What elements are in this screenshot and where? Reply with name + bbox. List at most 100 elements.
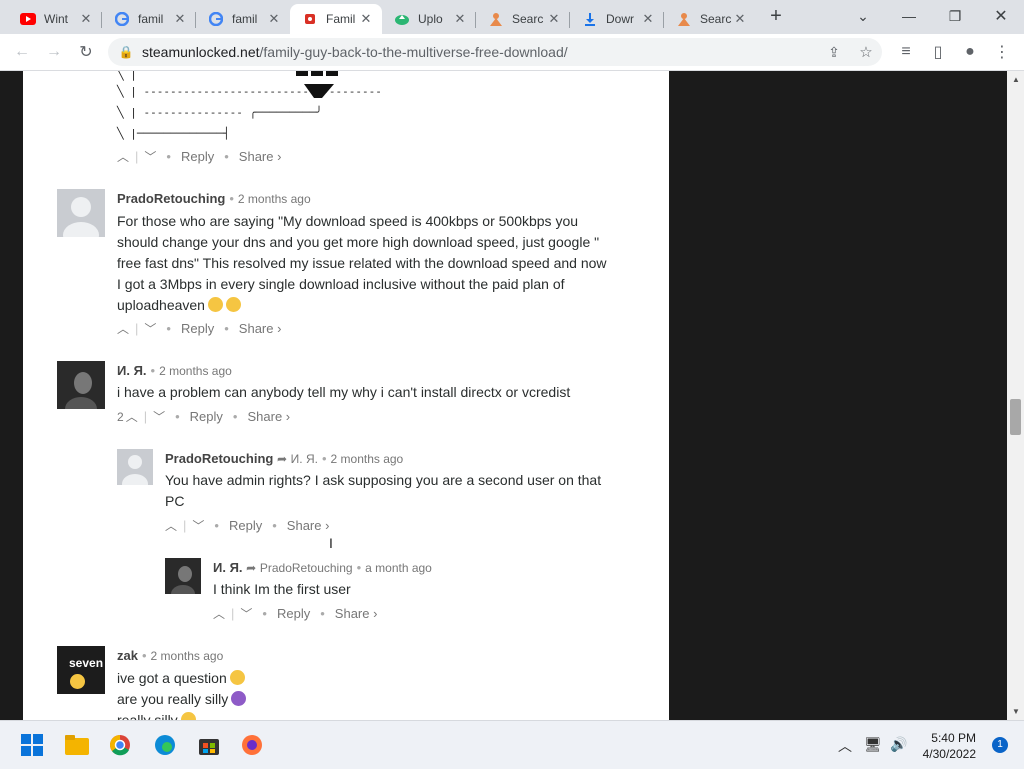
- file-explorer-icon[interactable]: [65, 733, 89, 757]
- tab-search-1[interactable]: Searc ✕: [476, 4, 570, 34]
- restore-icon[interactable]: ❐: [932, 0, 978, 32]
- lock-icon[interactable]: 🔒: [116, 42, 136, 62]
- close-tab-icon[interactable]: ✕: [358, 11, 374, 27]
- comment-line: uploadheaven: [117, 297, 205, 313]
- url-domain: steamunlocked.net: [142, 44, 260, 60]
- upvote-icon[interactable]: ︿: [117, 148, 129, 165]
- scroll-down-icon[interactable]: ▼: [1012, 707, 1020, 716]
- comment-actions: ︿ | ﹀ • Reply • Share ›: [117, 320, 282, 337]
- close-window-icon[interactable]: ✕: [978, 0, 1024, 32]
- close-tab-icon[interactable]: ✕: [266, 11, 282, 27]
- scrollbar-thumb[interactable]: [1010, 399, 1021, 435]
- microsoft-store-icon[interactable]: [197, 733, 221, 757]
- comment-line: PC: [165, 493, 185, 509]
- chrome-icon[interactable]: [108, 733, 132, 757]
- person-icon: [676, 11, 692, 27]
- minimize-icon[interactable]: —: [886, 0, 932, 32]
- media-control-icon[interactable]: ≡: [896, 42, 916, 62]
- tab-google-2[interactable]: famil ✕: [196, 4, 290, 34]
- person-icon: [488, 11, 504, 27]
- comment-line: free fast dns" This resolved my issue re…: [117, 255, 607, 271]
- upvote-icon[interactable]: ︿: [126, 408, 138, 425]
- menu-kebab-icon[interactable]: ⋮: [992, 42, 1012, 62]
- upvote-icon[interactable]: ︿: [213, 605, 225, 622]
- upvote-icon[interactable]: ︿: [165, 517, 177, 534]
- downvote-icon[interactable]: ﹀: [144, 148, 156, 165]
- volume-icon[interactable]: 🔊: [890, 736, 907, 753]
- downvote-icon[interactable]: ﹀: [192, 517, 204, 534]
- devil-emoji-icon: [231, 691, 247, 706]
- show-hidden-icons-chevron-icon[interactable]: ︿: [838, 736, 852, 756]
- reply-to-user[interactable]: И. Я.: [291, 452, 318, 466]
- page-scrollbar[interactable]: ▲ ▼: [1007, 71, 1024, 720]
- upvote-icon[interactable]: ︿: [117, 320, 129, 337]
- downvote-icon[interactable]: ﹀: [153, 408, 165, 425]
- profile-avatar-icon[interactable]: ●: [960, 42, 980, 62]
- comment-time[interactable]: a month ago: [365, 561, 432, 575]
- notification-badge[interactable]: 1: [992, 737, 1008, 753]
- close-tab-icon[interactable]: ✕: [640, 11, 656, 27]
- close-tab-icon[interactable]: ✕: [732, 11, 748, 27]
- close-tab-icon[interactable]: ✕: [78, 11, 94, 27]
- back-arrow-icon[interactable]: ←: [12, 42, 32, 62]
- address-bar[interactable]: 🔒 steamunlocked.net/family-guy-back-to-t…: [108, 38, 882, 66]
- firefox-icon[interactable]: [240, 733, 264, 757]
- sunglasses-emoji-icon: [225, 297, 241, 312]
- system-clock[interactable]: 5:40 PM 4/30/2022: [923, 730, 976, 762]
- reply-button[interactable]: Reply: [181, 321, 214, 336]
- comment-body: I think Im the first user: [213, 581, 351, 597]
- page-content: ╲ | ╲ | --------------------------------…: [0, 71, 1024, 720]
- comment-author[interactable]: PradoRetouching: [117, 191, 225, 206]
- close-tab-icon[interactable]: ✕: [172, 11, 188, 27]
- avatar[interactable]: seven: [57, 646, 105, 694]
- ascii-art-line: ╲ | ------------------------------------: [117, 85, 382, 98]
- edge-icon[interactable]: [153, 733, 177, 757]
- windows-start-icon[interactable]: [20, 733, 44, 757]
- share-button[interactable]: Share ›: [239, 321, 282, 336]
- avatar[interactable]: [165, 558, 201, 594]
- close-tab-icon[interactable]: ✕: [452, 11, 468, 27]
- share-icon[interactable]: ⇪: [824, 42, 844, 62]
- avatar[interactable]: [57, 361, 105, 409]
- share-button[interactable]: Share ›: [239, 149, 282, 164]
- comment-author[interactable]: zak: [117, 648, 138, 663]
- reply-button[interactable]: Reply: [277, 606, 310, 621]
- reload-icon[interactable]: ↻: [76, 42, 96, 62]
- comment-time[interactable]: 2 months ago: [159, 364, 232, 378]
- comment-actions: ︿ | ﹀ • Reply • Share ›: [117, 148, 282, 165]
- tab-download[interactable]: Dowr ✕: [570, 4, 664, 34]
- side-panel-icon[interactable]: ▯: [928, 42, 948, 62]
- downvote-icon[interactable]: ﹀: [144, 320, 156, 337]
- share-button[interactable]: Share ›: [287, 518, 330, 533]
- new-tab-plus-icon[interactable]: +: [766, 5, 786, 27]
- tab-search-2[interactable]: Searc ✕: [664, 4, 756, 34]
- share-button[interactable]: Share ›: [335, 606, 378, 621]
- reply-to-user[interactable]: PradoRetouching: [260, 561, 353, 575]
- close-tab-icon[interactable]: ✕: [546, 11, 562, 27]
- comment-author[interactable]: PradoRetouching: [165, 451, 273, 466]
- tab-search-chevron-icon[interactable]: ⌄: [840, 0, 886, 32]
- scroll-up-icon[interactable]: ▲: [1012, 75, 1020, 84]
- comment-author[interactable]: И. Я.: [213, 560, 243, 575]
- comment-author[interactable]: И. Я.: [117, 363, 147, 378]
- reply-button[interactable]: Reply: [229, 518, 262, 533]
- share-button[interactable]: Share ›: [247, 409, 290, 424]
- bookmark-star-icon[interactable]: ☆: [856, 42, 876, 62]
- avatar[interactable]: [117, 449, 153, 485]
- comment-time[interactable]: 2 months ago: [151, 649, 224, 663]
- reply-button[interactable]: Reply: [181, 149, 214, 164]
- reply-button[interactable]: Reply: [190, 409, 223, 424]
- comment-time[interactable]: 2 months ago: [331, 452, 404, 466]
- avatar[interactable]: [57, 189, 105, 237]
- tab-google-1[interactable]: famil ✕: [102, 4, 196, 34]
- tab-youtube[interactable]: Wint ✕: [8, 4, 102, 34]
- tab-upload[interactable]: Uplo ✕: [382, 4, 476, 34]
- left-gutter: [0, 71, 23, 720]
- forward-arrow-icon[interactable]: →: [44, 42, 64, 62]
- network-icon[interactable]: 🖥: [864, 736, 882, 753]
- browser-toolbar: ← → ↻ 🔒 steamunlocked.net/family-guy-bac…: [0, 34, 1024, 71]
- downvote-icon[interactable]: ﹀: [240, 605, 252, 622]
- comment-time[interactable]: 2 months ago: [238, 192, 311, 206]
- right-sidebar: [669, 71, 1007, 720]
- tab-active-steamunlocked[interactable]: Famil ✕: [290, 4, 382, 34]
